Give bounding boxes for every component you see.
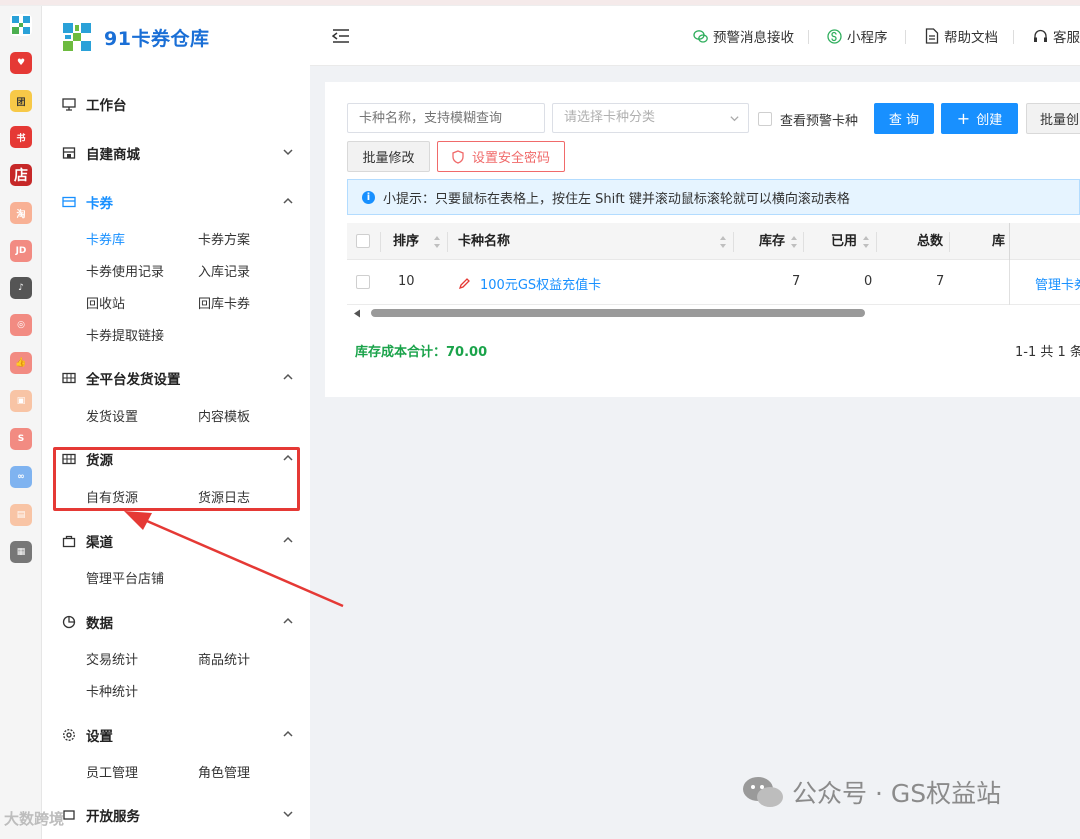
wechat-logo-icon xyxy=(743,777,783,807)
watermark-official-account: 公众号 · GS权益站 xyxy=(742,774,1001,810)
column-divider xyxy=(949,232,950,252)
select-all-checkbox[interactable] xyxy=(356,234,370,248)
mini-program-icon xyxy=(827,28,842,44)
warning-checkbox-label: 查看预警卡种 xyxy=(780,114,859,129)
card-name-search-input[interactable] xyxy=(347,103,545,133)
row-total: 7 xyxy=(936,274,945,289)
plus-icon: + xyxy=(956,109,971,128)
row-checkbox[interactable] xyxy=(356,275,370,289)
row-card-name-link[interactable]: 100元GS权益充值卡 xyxy=(480,274,601,293)
scrollbar-thumb[interactable] xyxy=(371,309,865,317)
header-customer-service[interactable]: 客服 xyxy=(1033,26,1080,46)
sort-icon[interactable] xyxy=(433,235,441,249)
row-sort: 10 xyxy=(398,274,415,289)
chevron-down-icon xyxy=(730,116,739,122)
batch-edit-button-label: 批量修改 xyxy=(362,151,415,166)
fixed-column-divider xyxy=(1009,223,1010,260)
query-button-label: 查 询 xyxy=(888,113,920,128)
header-mini-program-label: 小程序 xyxy=(847,30,888,46)
pen-icon xyxy=(458,278,470,290)
header-divider xyxy=(905,30,906,44)
tip-text: 小提示：只要鼠标在表格上，按住左 Shift 键并滚动鼠标滚轮就可以横向滚动表格 xyxy=(383,191,850,207)
fixed-column-divider xyxy=(1009,260,1010,305)
sort-icon[interactable] xyxy=(862,235,870,249)
sort-icon[interactable] xyxy=(719,235,727,249)
sort-icon[interactable] xyxy=(790,235,798,249)
column-stock[interactable]: 库存 xyxy=(759,223,785,260)
column-divider xyxy=(447,232,448,252)
row-used: 0 xyxy=(864,274,873,289)
set-security-password-button[interactable]: 设置安全密码 xyxy=(437,141,565,172)
header-help-docs-label: 帮助文档 xyxy=(944,30,998,46)
document-icon xyxy=(925,28,939,44)
header-divider xyxy=(808,30,809,44)
category-select-placeholder: 请选择卡种分类 xyxy=(564,110,656,125)
create-button[interactable]: + 创建 xyxy=(941,103,1018,134)
header-alert-receive[interactable]: 预警消息接收 xyxy=(693,26,794,46)
column-total[interactable]: 总数 xyxy=(917,223,943,260)
column-stock-cost[interactable]: 库 xyxy=(992,223,1006,260)
warning-checkbox[interactable] xyxy=(758,112,772,126)
pagination-total: 1-1 共 1 条 xyxy=(1015,345,1080,360)
column-divider xyxy=(803,232,804,252)
security-password-label: 设置安全密码 xyxy=(471,151,550,166)
headset-icon xyxy=(1034,29,1047,42)
create-button-label: 创建 xyxy=(976,113,1003,128)
column-sort[interactable]: 排序 xyxy=(393,223,419,260)
column-divider xyxy=(733,232,734,252)
column-divider xyxy=(876,232,877,252)
watermark-left: 大数跨境 xyxy=(4,808,64,829)
row-stock: 7 xyxy=(792,274,801,289)
column-divider xyxy=(380,232,381,252)
row-manage-link[interactable]: 管理卡券 xyxy=(1035,274,1080,293)
menu-fold-icon[interactable] xyxy=(332,28,350,44)
table-header: 排序 卡种名称 库存 已用 总数 库 xyxy=(347,223,1080,260)
info-icon: i xyxy=(362,190,375,204)
scroll-left-icon[interactable] xyxy=(353,309,361,318)
batch-create-button-label: 批量创 xyxy=(1040,113,1080,128)
category-select[interactable]: 请选择卡种分类 xyxy=(552,103,749,133)
header-divider xyxy=(1013,30,1014,44)
header-mini-program[interactable]: 小程序 xyxy=(827,26,888,46)
shield-icon xyxy=(452,149,464,164)
tip-banner: i 小提示：只要鼠标在表格上，按住左 Shift 键并滚动鼠标滚轮就可以横向滚动… xyxy=(347,179,1080,215)
query-button[interactable]: 查 询 xyxy=(874,103,934,134)
stock-cost-summary: 库存成本合计：70.00 xyxy=(355,345,488,360)
header-customer-service-label: 客服 xyxy=(1053,30,1080,46)
top-header: 预警消息接收 小程序 帮助文档 客服 xyxy=(310,6,1080,66)
wechat-icon xyxy=(693,29,708,43)
table-row: 10 100元GS权益充值卡 7 0 7 管理卡券 xyxy=(347,260,1080,305)
watermark-left-text: 大数跨境 xyxy=(4,810,65,828)
watermark-text: 公众号 · GS权益站 xyxy=(792,779,1002,808)
header-help-docs[interactable]: 帮助文档 xyxy=(925,26,998,46)
batch-edit-button[interactable]: 批量修改 xyxy=(347,141,430,172)
batch-create-button[interactable]: 批量创 xyxy=(1026,103,1080,134)
column-used[interactable]: 已用 xyxy=(831,223,857,260)
header-alert-label: 预警消息接收 xyxy=(713,30,794,46)
column-card-name[interactable]: 卡种名称 xyxy=(458,223,510,260)
